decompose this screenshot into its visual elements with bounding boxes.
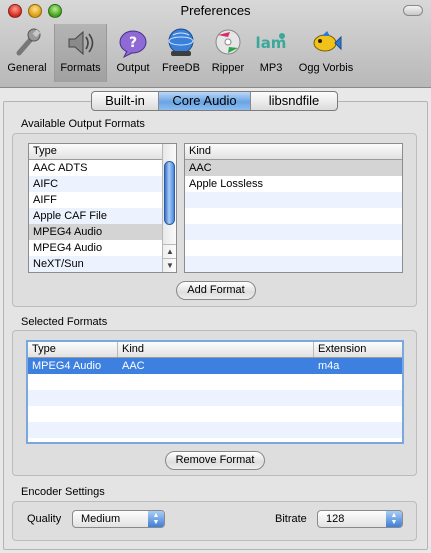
empty-row [28,390,402,406]
empty-row [28,374,402,390]
toolbar-output[interactable]: ? Output [111,24,155,82]
row-type: MPEG4 Audio [32,360,102,372]
type-list-item[interactable]: AIFF [29,192,176,208]
bitrate-label: Bitrate [275,513,307,525]
type-column-header[interactable]: Type [28,342,118,357]
format-source-tabs: Built-in Core Audio libsndfile [91,91,338,111]
kind-list[interactable]: Kind AAC Apple Lossless [184,143,403,273]
toolbar-ripper[interactable]: Ripper [206,24,250,82]
available-formats-label: Available Output Formats [21,118,145,130]
svg-text:?: ? [129,35,137,51]
toolbar-label: Ogg Vorbis [298,62,354,74]
tab-core-audio[interactable]: Core Audio [159,92,251,110]
tab-built-in[interactable]: Built-in [92,92,159,110]
quality-popup[interactable]: Medium ▲ ▼ [72,510,165,528]
bitrate-value: 128 [326,513,345,525]
fish-icon [313,31,342,52]
lame-logo-icon: lam [256,33,286,52]
toolbar-label: MP3 [259,62,283,74]
type-list[interactable]: Type AAC ADTS AIFC AIFF Apple CAF File M… [28,143,177,273]
bitrate-popup[interactable]: 128 ▲ ▼ [317,510,403,528]
kind-list-item-selected[interactable]: AAC [185,160,402,176]
kind-list-item[interactable]: Apple Lossless [185,176,402,192]
scroll-up-arrow-icon[interactable]: ▲ [163,244,176,258]
kind-column-header[interactable]: Kind [118,342,314,357]
toolbar-general[interactable]: General [4,24,50,82]
selected-table-header: Type Kind Extension [28,342,402,358]
type-list-item[interactable]: NeXT/Sun [29,256,176,272]
wrench-icon [16,28,41,56]
type-column-header[interactable]: Type [29,144,176,160]
add-format-button[interactable]: Add Format [176,281,256,300]
tab-libsndfile[interactable]: libsndfile [251,92,337,110]
empty-row [28,422,402,438]
popup-arrows-icon: ▲ ▼ [148,511,164,527]
empty-row [185,208,402,224]
type-list-item-selected[interactable]: MPEG4 Audio [29,224,176,240]
empty-row [185,256,402,272]
selected-formats-table[interactable]: Type Kind Extension MPEG4 Audio AAC m4a [26,340,404,444]
scroll-down-arrow-icon[interactable]: ▼ [163,258,176,272]
row-kind: AAC [122,360,145,372]
speaker-icon [68,30,93,56]
toolbar-label: General [7,62,47,74]
toolbar-ogg-vorbis[interactable]: Ogg Vorbis [294,24,358,82]
remove-format-button[interactable]: Remove Format [165,451,265,470]
empty-row [185,240,402,256]
toolbar-label: Formats [60,62,101,74]
extension-column-header[interactable]: Extension [314,342,402,357]
question-speech-icon: ? [119,30,147,59]
empty-row [185,224,402,240]
toolbar-freedb[interactable]: FreeDB [158,24,204,82]
preferences-window: Preferences General Formats ? Output Fre… [0,0,431,553]
empty-row [185,192,402,208]
selected-formats-label: Selected Formats [21,316,108,328]
type-list-scrollbar[interactable]: ▲ ▼ [162,144,176,272]
toolbar-label: FreeDB [162,62,200,74]
type-list-item[interactable]: AIFC [29,176,176,192]
globe-icon [168,28,194,56]
popup-arrows-icon: ▲ ▼ [386,511,402,527]
scrollbar-thumb[interactable] [164,161,175,225]
type-list-item[interactable]: MPEG4 Audio [29,240,176,256]
title-bar-toolbar: Preferences General Formats ? Output Fre… [0,0,431,88]
window-title: Preferences [180,3,251,18]
table-row[interactable]: MPEG4 Audio AAC m4a [28,358,402,374]
row-extension: m4a [318,360,340,372]
type-list-item[interactable]: Apple CAF File [29,208,176,224]
cd-ripper-icon [215,29,241,55]
kind-column-header[interactable]: Kind [185,144,402,160]
quality-label: Quality [27,513,62,525]
toolbar-formats[interactable]: Formats [54,24,107,82]
type-list-item[interactable]: AAC ADTS [29,160,176,176]
toolbar-mp3[interactable]: lam MP3 [252,24,290,82]
toolbar-label: Ripper [211,62,245,74]
quality-value: Medium [81,513,121,525]
empty-row [28,406,402,422]
toolbar-label: Output [116,62,150,74]
encoder-settings-label: Encoder Settings [21,486,105,498]
